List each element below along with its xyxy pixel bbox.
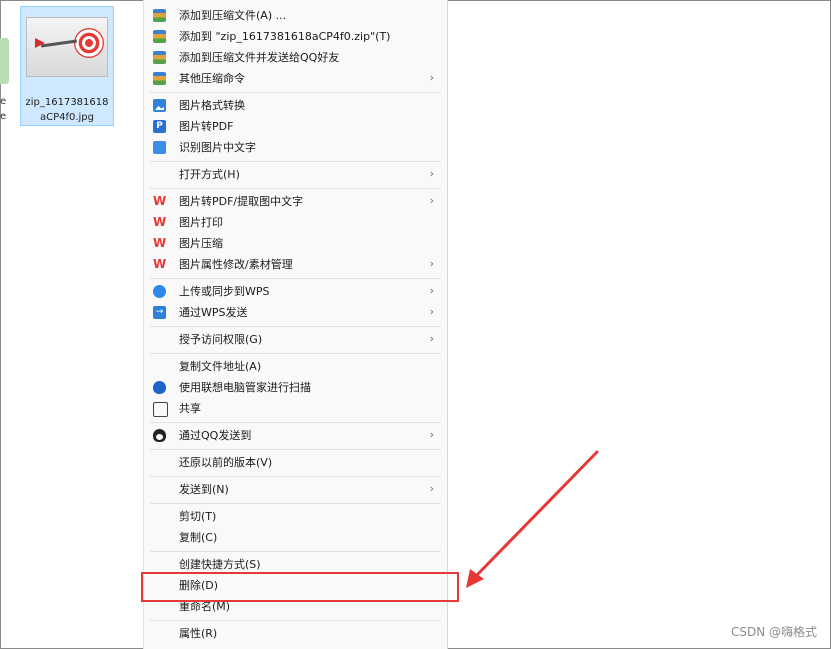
arrow-shaft xyxy=(474,450,599,578)
watermark: CSDN @嗨格式 xyxy=(730,625,817,639)
annotation-arrow xyxy=(466,450,599,588)
